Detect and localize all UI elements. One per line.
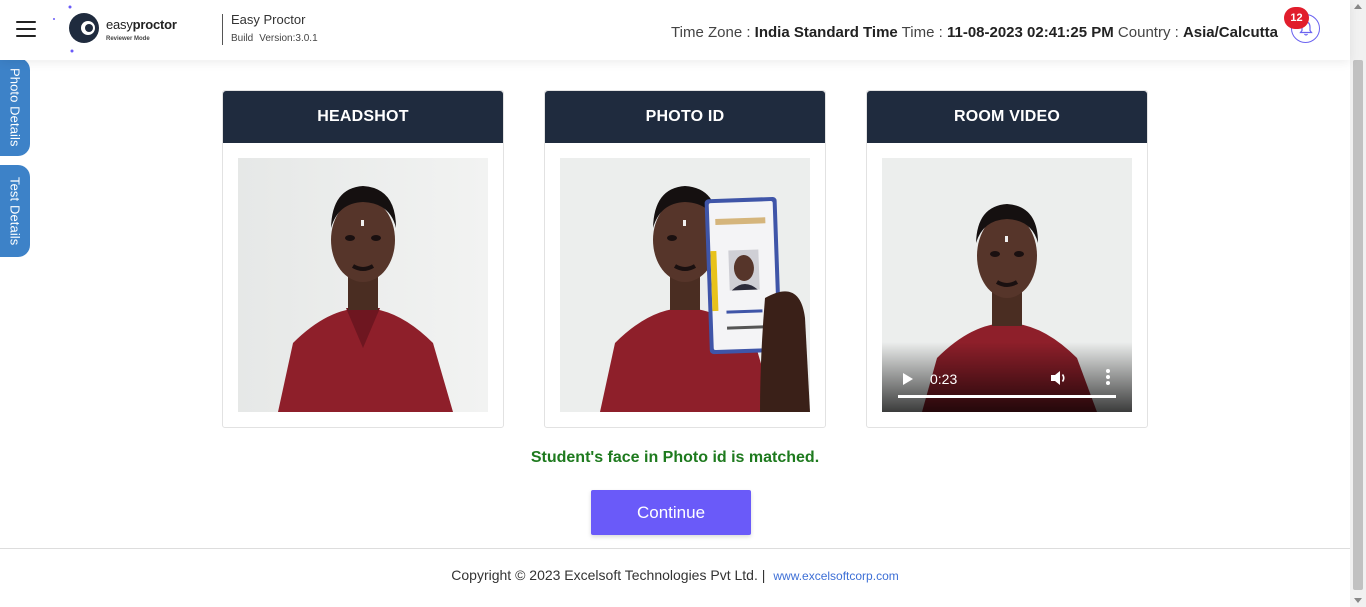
build-info: Build Version:3.0.1 [231,33,318,44]
room-video-card: ROOM VIDEO 0:23 [866,90,1148,428]
card-title: HEADSHOT [223,91,503,143]
build-version: Version:3.0.1 [259,33,318,44]
continue-button[interactable]: Continue [591,490,751,535]
footer: Copyright © 2023 Excelsoft Technologies … [0,567,1350,583]
timezone-info: Time Zone : India Standard Time Time : 1… [671,24,1278,41]
photo-id-image[interactable] [560,158,810,412]
side-tab-photo-details[interactable]: Photo Details [0,58,30,156]
card-title: ROOM VIDEO [867,91,1147,143]
logo-mark-icon [53,5,99,53]
volume-icon[interactable] [1050,370,1068,386]
card-title: PHOTO ID [545,91,825,143]
headshot-card: HEADSHOT [222,90,504,428]
time-value: 11-08-2023 02:41:25 PM [946,24,1114,41]
video-progress-bar[interactable] [898,395,1116,398]
logo-mode-label: Reviewer Mode [106,36,150,42]
header-divider [222,14,223,45]
build-label: Build [231,33,254,44]
scroll-up-icon[interactable] [1354,4,1362,9]
room-video-player[interactable]: 0:23 [882,158,1132,412]
top-header: easyproctor Reviewer Mode Easy Proctor B… [0,0,1350,60]
play-icon[interactable] [902,372,914,386]
page-scrollbar[interactable] [1350,0,1366,607]
photo-id-card: PHOTO ID [544,90,826,428]
country-value: Asia/Calcutta [1182,24,1278,41]
timezone-label: Time Zone : [671,24,751,41]
video-controls: 0:23 [882,342,1132,412]
country-label: Country : [1117,24,1179,41]
hamburger-menu-icon[interactable] [16,21,36,39]
notification-count-badge: 12 [1284,7,1309,29]
video-progress-fill [898,395,1116,398]
scroll-thumb[interactable] [1353,60,1363,590]
side-tab-label: Test Details [7,176,23,246]
logo-wordmark: easyproctor [106,17,177,32]
company-link[interactable]: www.excelsoftcorp.com [773,569,898,583]
side-tab-test-details[interactable]: Test Details [0,165,30,257]
timezone-value: India Standard Time [754,24,898,41]
headshot-image[interactable] [238,158,488,412]
match-status-message: Student's face in Photo id is matched. [530,449,820,466]
more-options-icon[interactable] [1104,369,1112,387]
video-current-time: 0:23 [930,371,958,387]
footer-divider [0,548,1350,549]
scroll-down-icon[interactable] [1354,598,1362,603]
app-name: Easy Proctor [231,12,306,27]
time-label: Time : [901,24,943,41]
side-tab-label: Photo Details [7,67,23,147]
copyright-text: Copyright © 2023 Excelsoft Technologies … [451,567,766,583]
